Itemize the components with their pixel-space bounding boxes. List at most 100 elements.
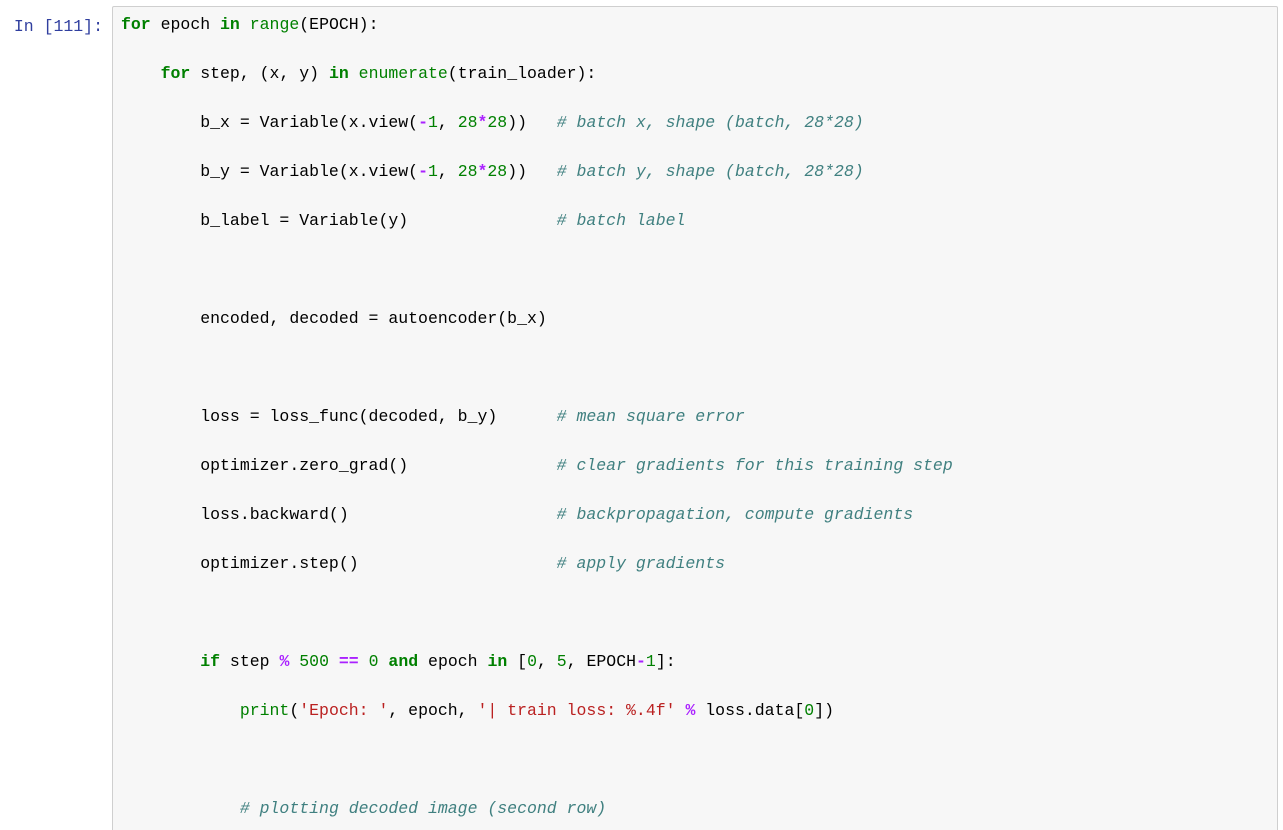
code-token-n: (	[289, 701, 300, 720]
code-token-m: 0	[527, 652, 537, 671]
code-token-n: b_label = Variable(y)	[121, 211, 557, 230]
code-token-n: ,	[536, 652, 557, 671]
code-token-s: 'Epoch: '	[299, 701, 389, 720]
code-token-m: 28	[487, 113, 508, 132]
code-token-n: loss = loss_func(decoded, b_y)	[121, 407, 557, 426]
code-token-n: ]:	[655, 652, 676, 671]
code-token-n	[676, 701, 686, 720]
code-line: ​	[121, 356, 1273, 381]
code-token-n: step, (x, y)	[190, 64, 329, 83]
code-token-m: 28	[457, 113, 478, 132]
code-token-k: in	[220, 15, 240, 34]
code-token-nb: print	[239, 701, 290, 720]
code-token-c: # mean square error	[556, 407, 745, 426]
code-token-n	[289, 652, 299, 671]
code-token-n: b_x = Variable(x.view(	[121, 113, 419, 132]
code-token-k: for	[160, 64, 191, 83]
code-token-s: '| train loss: %.4f'	[477, 701, 676, 720]
code-token-m: 0	[368, 652, 379, 671]
code-token-k: for	[121, 15, 151, 34]
code-token-nb: range	[249, 15, 300, 34]
code-token-n: ,	[437, 162, 458, 181]
code-token-n: step	[220, 652, 280, 671]
code-line: ​	[121, 748, 1273, 773]
code-line: ​	[121, 258, 1273, 283]
code-token-n: b_y = Variable(x.view(	[121, 162, 419, 181]
code-token-n: loss.data[	[695, 701, 805, 720]
code-token-n: epoch	[418, 652, 488, 671]
code-line: encoded, decoded = autoencoder(b_x)	[121, 307, 1273, 332]
code-token-n	[379, 652, 389, 671]
code-token-m: 1	[645, 652, 656, 671]
code-token-n: (train_loader):	[447, 64, 597, 83]
code-token-n: loss.backward()	[121, 505, 557, 524]
code-token-m: 500	[299, 652, 329, 671]
code-token-c: # apply gradients	[556, 554, 725, 573]
code-token-k: and	[388, 652, 419, 671]
code-token-n: encoded, decoded = autoencoder(b_x)	[121, 309, 547, 328]
code-token-n: , epoch,	[388, 701, 478, 720]
code-token-c: # batch label	[556, 211, 686, 230]
code-line: optimizer.zero_grad() # clear gradients …	[121, 454, 1273, 479]
code-line: ​	[121, 601, 1273, 626]
code-token-n	[349, 64, 359, 83]
code-token-n: ])	[814, 701, 834, 720]
code-token-m: 28	[457, 162, 478, 181]
code-token-m: 1	[427, 162, 438, 181]
code-token-nb: enumerate	[358, 64, 448, 83]
code-token-n: ))	[507, 113, 557, 132]
code-token-n	[329, 652, 339, 671]
code-token-o: *	[477, 162, 488, 181]
code-token-m: 28	[487, 162, 508, 181]
code-token-n: optimizer.step()	[121, 554, 557, 573]
code-token-n: optimizer.zero_grad()	[121, 456, 557, 475]
code-token-n: ))	[507, 162, 557, 181]
code-token-o: %	[279, 652, 290, 671]
code-token-n	[240, 15, 250, 34]
code-token-n: , EPOCH	[566, 652, 637, 671]
code-token-m: 1	[427, 113, 438, 132]
code-line: b_y = Variable(x.view(-1, 28*28)) # batc…	[121, 160, 1273, 185]
code-line: b_label = Variable(y) # batch label	[121, 209, 1273, 234]
code-token-k: if	[200, 652, 221, 671]
code-token-k: in	[487, 652, 508, 671]
code-token-n: (EPOCH):	[299, 15, 379, 34]
code-token-n: ,	[437, 113, 458, 132]
code-token-n: [	[507, 652, 528, 671]
code-token-o: ==	[338, 652, 359, 671]
code-token-c: # clear gradients for this training step	[556, 456, 953, 475]
code-token-n	[359, 652, 369, 671]
code-token-o: *	[477, 113, 488, 132]
input-prompt-label: In [111]:	[13, 17, 103, 36]
code-body[interactable]: for epoch in range(EPOCH): for step, (x,…	[121, 13, 1273, 830]
code-source[interactable]: for epoch in range(EPOCH): for step, (x,…	[121, 13, 1273, 830]
code-editor-area[interactable]: for epoch in range(EPOCH): for step, (x,…	[112, 6, 1278, 830]
code-line: print('Epoch: ', epoch, '| train loss: %…	[121, 699, 1273, 724]
code-cell[interactable]: In [111]: for epoch in range(EPOCH): for…	[0, 0, 1283, 830]
code-line: b_x = Variable(x.view(-1, 28*28)) # batc…	[121, 111, 1273, 136]
code-line: loss = loss_func(decoded, b_y) # mean sq…	[121, 405, 1273, 430]
code-line: # plotting decoded image (second row)	[121, 797, 1273, 822]
code-token-n: epoch	[150, 15, 221, 34]
code-token-n	[121, 799, 240, 818]
code-token-m: 5	[556, 652, 567, 671]
code-token-o: -	[418, 113, 428, 132]
code-line: loss.backward() # backpropagation, compu…	[121, 503, 1273, 528]
code-token-c: # backpropagation, compute gradients	[556, 505, 914, 524]
code-token-c: # batch x, shape (batch, 28*28)	[556, 113, 864, 132]
code-token-o: -	[418, 162, 428, 181]
code-line: if step % 500 == 0 and epoch in [0, 5, E…	[121, 650, 1273, 675]
code-token-n	[121, 701, 240, 720]
code-token-m: 0	[804, 701, 815, 720]
code-token-o: -	[636, 652, 646, 671]
notebook-container: In [111]: for epoch in range(EPOCH): for…	[0, 0, 1283, 830]
code-line: optimizer.step() # apply gradients	[121, 552, 1273, 577]
code-token-o: %	[685, 701, 696, 720]
code-token-c: # batch y, shape (batch, 28*28)	[556, 162, 864, 181]
code-line: for step, (x, y) in enumerate(train_load…	[121, 62, 1273, 87]
code-token-n	[121, 652, 200, 671]
code-token-n	[121, 64, 161, 83]
code-line: for epoch in range(EPOCH):	[121, 13, 1273, 38]
code-token-c: # plotting decoded image (second row)	[239, 799, 607, 818]
code-token-k: in	[328, 64, 349, 83]
